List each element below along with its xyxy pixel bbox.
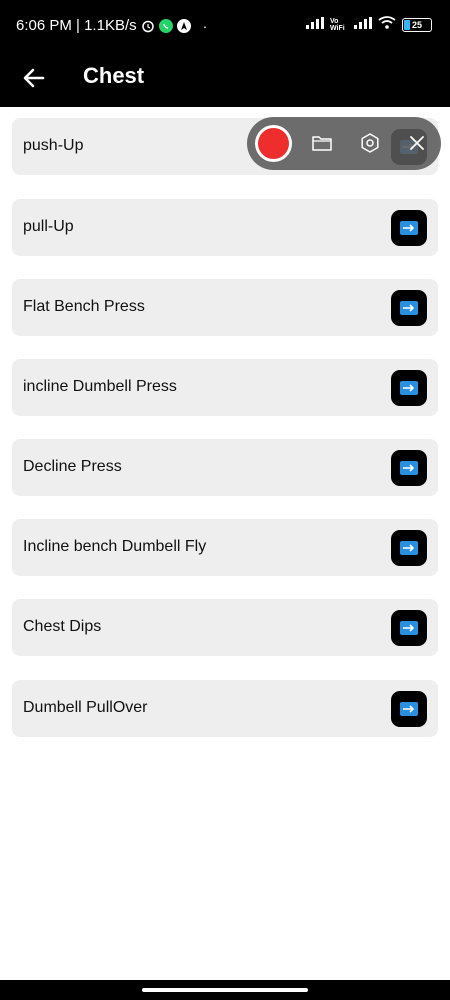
signal-icon bbox=[306, 16, 324, 34]
exercise-item-incline-dumbell-press[interactable]: incline Dumbell Press bbox=[12, 359, 438, 416]
folder-icon bbox=[312, 136, 332, 151]
wifi-icon bbox=[378, 16, 396, 34]
signal-2-icon bbox=[354, 16, 372, 34]
record-button[interactable] bbox=[255, 125, 292, 162]
exercise-label: Decline Press bbox=[23, 458, 122, 475]
exercise-label: Dumbell PullOver bbox=[23, 699, 148, 716]
page-title: Chest bbox=[83, 63, 145, 88]
exercise-label: pull-Up bbox=[23, 218, 74, 235]
settings-button[interactable] bbox=[358, 131, 382, 155]
exercise-item-incline-bench-dumbell-fly[interactable]: Incline bench Dumbell Fly bbox=[12, 519, 438, 576]
exercise-item-decline-press[interactable]: Decline Press bbox=[12, 439, 438, 496]
exercise-item-chest-dips[interactable]: Chest Dips bbox=[12, 599, 438, 656]
back-arrow-icon bbox=[23, 68, 45, 88]
exercise-item-flat-bench-press[interactable]: Flat Bench Press bbox=[12, 279, 438, 336]
exercise-label: Flat Bench Press bbox=[23, 298, 145, 315]
arrow-right-icon bbox=[400, 541, 418, 555]
arrow-right-icon bbox=[400, 301, 418, 315]
arrow-right-icon bbox=[400, 381, 418, 395]
open-exercise-button[interactable] bbox=[391, 450, 427, 486]
exercise-label: Chest Dips bbox=[23, 618, 102, 635]
battery-level: 25 bbox=[411, 20, 422, 30]
status-bar: 6:06 PM | 1.1KB/s · Vo WiFi 25 bbox=[0, 0, 450, 52]
vowifi-label: Vo WiFi bbox=[330, 18, 345, 32]
status-time-speed: 6:06 PM | 1.1KB/s bbox=[16, 17, 137, 34]
folder-button[interactable] bbox=[310, 131, 334, 155]
back-button[interactable] bbox=[18, 62, 50, 94]
alarm-icon bbox=[141, 19, 155, 33]
open-exercise-button[interactable] bbox=[391, 290, 427, 326]
battery-fill bbox=[404, 20, 411, 30]
app-bar: Chest bbox=[0, 52, 450, 107]
open-exercise-button[interactable] bbox=[391, 370, 427, 406]
open-exercise-button[interactable] bbox=[391, 691, 427, 727]
close-icon bbox=[410, 136, 424, 150]
gear-icon bbox=[361, 133, 379, 153]
close-recorder-button[interactable] bbox=[405, 131, 429, 155]
exercise-item-dumbell-pullover[interactable]: Dumbell PullOver bbox=[12, 680, 438, 737]
record-dot-icon bbox=[258, 128, 289, 159]
status-left: 6:06 PM | 1.1KB/s · bbox=[16, 17, 207, 34]
screen-recorder-toolbar[interactable] bbox=[247, 117, 441, 170]
open-exercise-button[interactable] bbox=[391, 530, 427, 566]
home-bar[interactable] bbox=[142, 988, 308, 992]
exercise-item-pull-up[interactable]: pull-Up bbox=[12, 199, 438, 256]
arrow-right-icon bbox=[400, 621, 418, 635]
arrow-right-icon bbox=[400, 461, 418, 475]
whatsapp-icon bbox=[158, 18, 173, 33]
exercise-label: Incline bench Dumbell Fly bbox=[23, 538, 207, 555]
exercise-label: incline Dumbell Press bbox=[23, 378, 177, 395]
status-right: Vo WiFi 25 bbox=[306, 16, 432, 34]
exercise-label: push-Up bbox=[23, 137, 84, 154]
open-exercise-button[interactable] bbox=[391, 610, 427, 646]
app-notification-icon bbox=[176, 18, 191, 33]
open-exercise-button[interactable] bbox=[391, 210, 427, 246]
arrow-right-icon bbox=[400, 702, 418, 716]
arrow-right-icon bbox=[400, 221, 418, 235]
battery-icon: 25 bbox=[402, 18, 432, 32]
more-notifications-dot-icon: · bbox=[202, 17, 208, 34]
home-indicator bbox=[0, 980, 450, 1000]
